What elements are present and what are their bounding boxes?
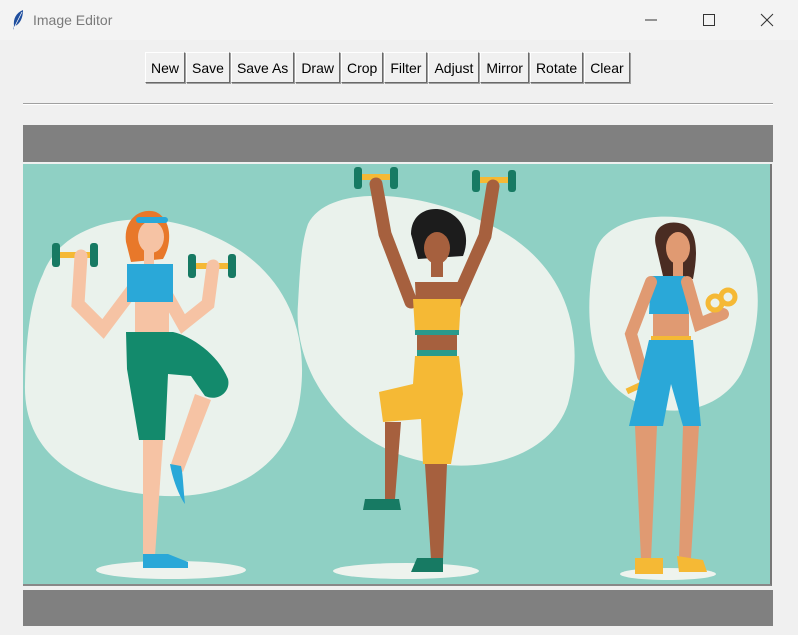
clear-button[interactable]: Clear (584, 52, 630, 83)
mirror-button[interactable]: Mirror (480, 52, 529, 83)
new-button[interactable]: New (145, 52, 186, 83)
toolbar: New Save Save As Draw Crop Filter Adjust… (145, 52, 630, 85)
toolbar-separator (23, 103, 773, 105)
rotate-button[interactable]: Rotate (529, 52, 584, 83)
canvas-top-padding (23, 125, 773, 162)
feather-icon (13, 10, 23, 30)
minimize-button[interactable] (628, 0, 674, 40)
minimize-icon (645, 19, 657, 21)
save-button[interactable]: Save (186, 52, 230, 83)
canvas-bottom-padding (23, 590, 773, 626)
title-bar[interactable]: Image Editor (0, 0, 798, 40)
crop-button[interactable]: Crop (340, 52, 384, 83)
image-canvas[interactable] (23, 164, 772, 586)
fitness-illustration (23, 164, 770, 584)
adjust-button[interactable]: Adjust (428, 52, 480, 83)
window-title: Image Editor (33, 12, 113, 28)
close-button[interactable] (744, 0, 790, 40)
maximize-button[interactable] (686, 0, 732, 40)
draw-button[interactable]: Draw (295, 52, 340, 83)
maximize-icon (703, 14, 715, 26)
save-as-button[interactable]: Save As (230, 52, 295, 83)
close-icon (760, 13, 774, 27)
filter-button[interactable]: Filter (384, 52, 428, 83)
